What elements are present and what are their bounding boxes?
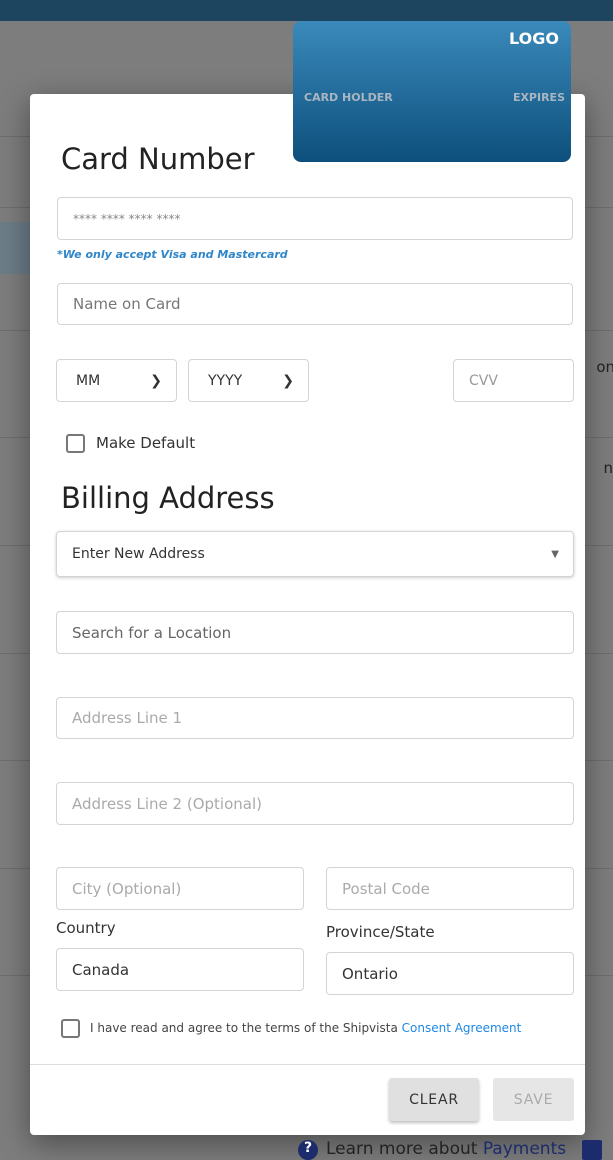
chevron-down-icon: ❯ bbox=[282, 372, 294, 389]
address-line-1-input[interactable]: Address Line 1 bbox=[56, 697, 574, 739]
location-search-input[interactable]: Search for a Location bbox=[56, 611, 574, 654]
address-select-value: Enter New Address bbox=[72, 546, 205, 562]
learn-more-text: Learn more about Payments bbox=[326, 1139, 566, 1159]
chat-icon[interactable] bbox=[582, 1140, 602, 1160]
city-input[interactable]: City (Optional) bbox=[56, 867, 304, 910]
card-preview: LOGO CARD HOLDER EXPIRES bbox=[293, 21, 571, 162]
consent-agreement-link[interactable]: Consent Agreement bbox=[402, 1021, 522, 1035]
consent-text: I have read and agree to the terms of th… bbox=[90, 1021, 521, 1035]
year-value: YYYY bbox=[208, 372, 243, 389]
background-text: on bbox=[596, 358, 613, 376]
help-icon: ? bbox=[298, 1140, 318, 1160]
save-button[interactable]: SAVE bbox=[493, 1078, 574, 1121]
billing-address-title: Billing Address bbox=[61, 481, 275, 515]
country-label: Country bbox=[56, 919, 116, 937]
card-logo: LOGO bbox=[509, 29, 559, 48]
consent-label: I have read and agree to the terms of th… bbox=[90, 1021, 402, 1035]
postal-code-input[interactable]: Postal Code bbox=[326, 867, 574, 910]
consent-checkbox[interactable] bbox=[61, 1019, 80, 1038]
make-default-checkbox[interactable] bbox=[66, 434, 85, 453]
card-holder-label: CARD HOLDER bbox=[304, 91, 393, 104]
country-input[interactable]: Canada bbox=[56, 948, 304, 991]
card-number-input[interactable]: **** **** **** **** bbox=[57, 197, 573, 240]
cvv-input[interactable]: CVV bbox=[453, 359, 574, 402]
chevron-down-icon: ❯ bbox=[150, 372, 162, 389]
name-on-card-input[interactable]: Name on Card bbox=[57, 283, 573, 325]
clear-button[interactable]: CLEAR bbox=[389, 1078, 479, 1121]
learn-more-label: Learn more about bbox=[326, 1139, 483, 1159]
province-label: Province/State bbox=[326, 923, 435, 941]
address-line-2-input[interactable]: Address Line 2 (Optional) bbox=[56, 782, 574, 825]
make-default-label: Make Default bbox=[96, 434, 196, 452]
province-input[interactable]: Ontario bbox=[326, 952, 574, 995]
footer-divider bbox=[30, 1064, 585, 1065]
month-select[interactable]: MM ❯ bbox=[56, 359, 177, 402]
card-expires-label: EXPIRES bbox=[512, 91, 565, 104]
payments-link[interactable]: Payments bbox=[483, 1139, 566, 1159]
background-text: n bbox=[603, 459, 613, 477]
month-value: MM bbox=[76, 372, 101, 389]
year-select[interactable]: YYYY ❯ bbox=[188, 359, 309, 402]
caret-down-icon: ▼ bbox=[551, 548, 559, 560]
top-navbar bbox=[0, 0, 613, 21]
card-note: *We only accept Visa and Mastercard bbox=[57, 248, 288, 261]
address-select[interactable]: Enter New Address ▼ bbox=[56, 531, 574, 577]
card-number-title: Card Number bbox=[61, 142, 255, 176]
